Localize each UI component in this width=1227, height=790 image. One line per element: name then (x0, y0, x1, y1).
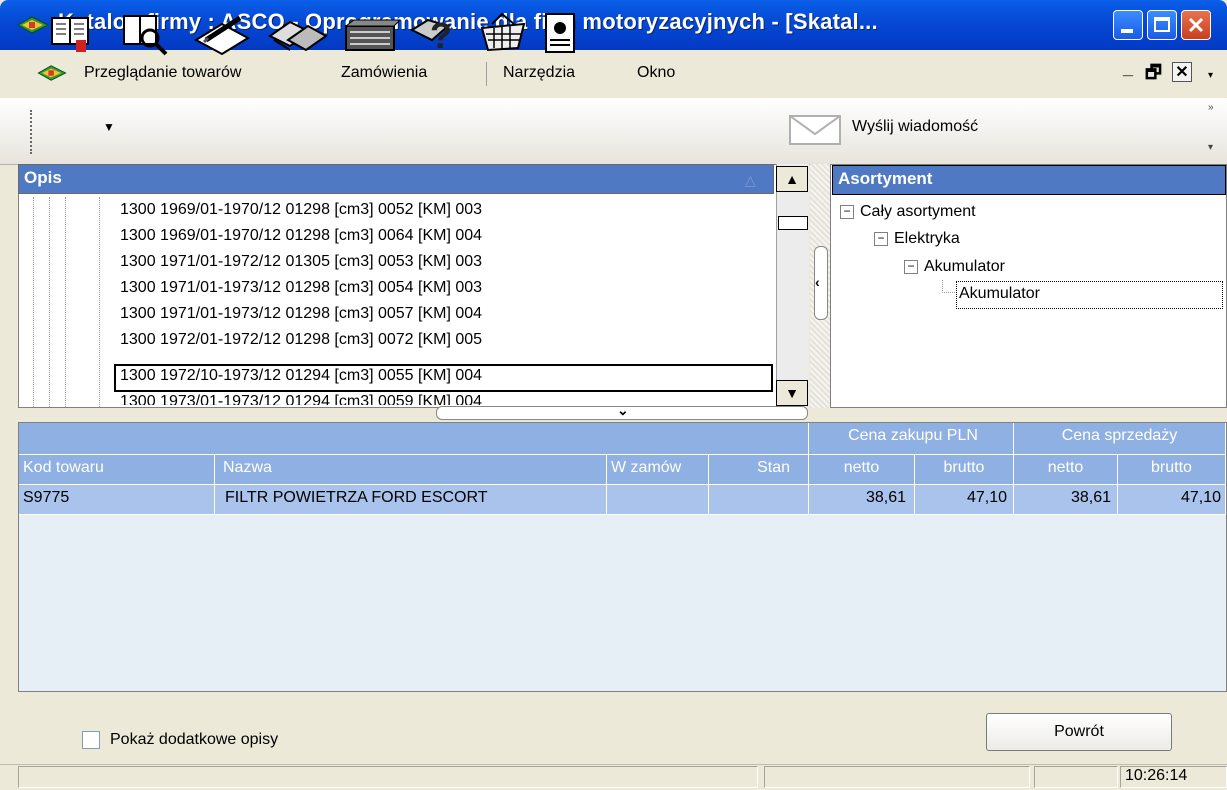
table-row-purchase-gross[interactable]: 47,10 (915, 485, 1014, 515)
maximize-icon (1154, 17, 1170, 32)
table-row-sale-net[interactable]: 38,61 (1014, 485, 1118, 515)
tree-item[interactable]: 1300 1971/01-1973/12 01298 [cm3] 0057 [K… (120, 305, 482, 329)
tree-item[interactable]: 1300 1969/01-1970/12 01298 [cm3] 0052 [K… (120, 201, 482, 225)
menu-tools[interactable]: Narzędzia (503, 64, 575, 82)
tree-connector (942, 280, 957, 293)
collapse-left-icon: ‹ (815, 274, 820, 290)
status-pane-main (18, 766, 758, 788)
mdi-minimize-button[interactable]: _ (1123, 58, 1133, 79)
column-header-code[interactable]: Kod towaru (19, 455, 215, 485)
table-row-code[interactable]: S9775 (19, 485, 215, 515)
status-time: 10:26:14 (1125, 767, 1188, 784)
column-header-stock[interactable]: Stan (709, 455, 809, 485)
toolbar-options-icon[interactable]: ▾ (1208, 142, 1213, 153)
tree-item[interactable]: 1300 1971/01-1973/12 01298 [cm3] 0054 [K… (120, 279, 482, 303)
books-icon[interactable] (266, 10, 330, 56)
document-icon[interactable] (540, 10, 580, 56)
envelope-icon[interactable] (788, 112, 842, 148)
menu-window[interactable]: Okno (637, 64, 675, 82)
column-header-purchase-gross[interactable]: brutto (915, 455, 1014, 485)
tree-node-label: Elektryka (894, 230, 960, 247)
collapse-down-icon: ⌄ (617, 402, 629, 418)
table-row-stock[interactable] (709, 485, 809, 515)
tree-node-battery[interactable]: − Akumulator (904, 258, 1005, 276)
column-header-sale-gross[interactable]: brutto (1118, 455, 1226, 485)
tree-node-label: Akumulator (924, 258, 1005, 275)
collapse-toggle-icon[interactable]: − (874, 232, 888, 246)
grid-group-header-blank (19, 423, 809, 455)
group-header-purchase-price: Cena zakupu PLN (809, 423, 1014, 455)
maximize-button[interactable] (1147, 10, 1177, 40)
app-logo-icon (16, 16, 50, 34)
mdi-restore-button[interactable]: 🗗 (1145, 60, 1162, 90)
table-row-sale-gross[interactable]: 47,10 (1118, 485, 1226, 515)
menu-orders[interactable]: Zamówienia (341, 64, 427, 82)
tree-node-battery-leaf[interactable]: Akumulator (959, 285, 1040, 303)
menu-browse-goods[interactable]: Przeglądanie towarów (84, 64, 241, 82)
column-header-on-order[interactable]: W zamów (607, 455, 709, 485)
keyboard-icon[interactable] (340, 10, 400, 56)
group-header-sale-price: Cena sprzedaży (1014, 423, 1226, 455)
opis-scrollbar[interactable] (776, 164, 809, 408)
scroll-down-button[interactable]: ▼ (776, 380, 808, 406)
column-header-sale-net[interactable]: netto (1014, 455, 1118, 485)
tree-node-electrical[interactable]: − Elektryka (874, 230, 960, 248)
svg-text:?: ? (430, 15, 452, 56)
menu-separator (486, 62, 487, 86)
table-row-name[interactable]: FILTR POWIETRZA FORD ESCORT (215, 485, 607, 515)
tree-item[interactable]: 1300 1973/01-1973/12 01294 [cm3] 0059 [K… (120, 393, 482, 405)
asortyment-header-label: Asortyment (838, 169, 933, 188)
column-header-name[interactable]: Nazwa (215, 455, 607, 485)
mdi-close-button[interactable]: ✕ (1172, 62, 1192, 82)
tree-item[interactable]: 1300 1969/01-1970/12 01298 [cm3] 0064 [K… (120, 227, 482, 251)
tree-node-all-assortment[interactable]: − Cały asortyment (840, 203, 976, 221)
dropdown-arrow-icon[interactable]: ▼ (103, 120, 115, 134)
catalog-book-icon[interactable] (48, 10, 98, 56)
opis-column-header[interactable] (18, 164, 774, 194)
show-descriptions-checkbox[interactable] (82, 731, 100, 749)
window-title: Katalog firmy : ASCO - Oprogramowanie dl… (58, 9, 878, 34)
scroll-up-button[interactable]: ▲ (776, 166, 808, 192)
table-row-purchase-net[interactable]: 38,61 (809, 485, 915, 515)
minimize-icon (1121, 29, 1133, 33)
table-row-on-order[interactable] (607, 485, 709, 515)
show-descriptions-label[interactable]: Pokaż dodatkowe opisy (110, 731, 278, 749)
collapse-toggle-icon[interactable]: − (904, 260, 918, 274)
sort-triangle-icon: △ (745, 172, 756, 188)
send-message-button[interactable]: Wyślij wiadomość (852, 118, 978, 136)
tree-item-selected[interactable]: 1300 1972/10-1973/12 01294 [cm3] 0055 [K… (120, 367, 482, 391)
status-pane-2 (764, 766, 1030, 788)
products-grid[interactable]: Cena zakupu PLN Cena sprzedaży Kod towar… (18, 422, 1227, 692)
status-pane-3 (1034, 766, 1118, 788)
scroll-thumb[interactable] (778, 216, 808, 230)
menu-app-icon[interactable] (36, 63, 68, 83)
column-header-purchase-net[interactable]: netto (809, 455, 915, 485)
tree-node-label: Cały asortyment (860, 203, 976, 220)
toolbar-overflow-icon[interactable]: » (1208, 102, 1214, 113)
opis-header-label: Opis (24, 168, 62, 187)
menu-overflow-icon[interactable]: ▾ (1208, 70, 1213, 81)
close-button[interactable] (1181, 10, 1211, 40)
help-question-icon[interactable]: ? (408, 10, 464, 56)
return-button[interactable]: Powrót (986, 713, 1172, 751)
tree-item[interactable]: 1300 1971/01-1972/12 01305 [cm3] 0053 [K… (120, 253, 482, 277)
close-icon (1188, 17, 1204, 33)
book-search-icon[interactable] (120, 10, 170, 56)
notebook-pen-icon[interactable] (192, 10, 252, 56)
minimize-button[interactable] (1113, 10, 1143, 40)
tree-item[interactable]: 1300 1972/01-1972/12 01298 [cm3] 0072 [K… (120, 331, 482, 355)
shopping-basket-icon[interactable] (474, 10, 530, 56)
collapse-toggle-icon[interactable]: − (840, 205, 854, 219)
toolbar (0, 98, 1227, 165)
toolbar-grip[interactable] (30, 110, 35, 154)
